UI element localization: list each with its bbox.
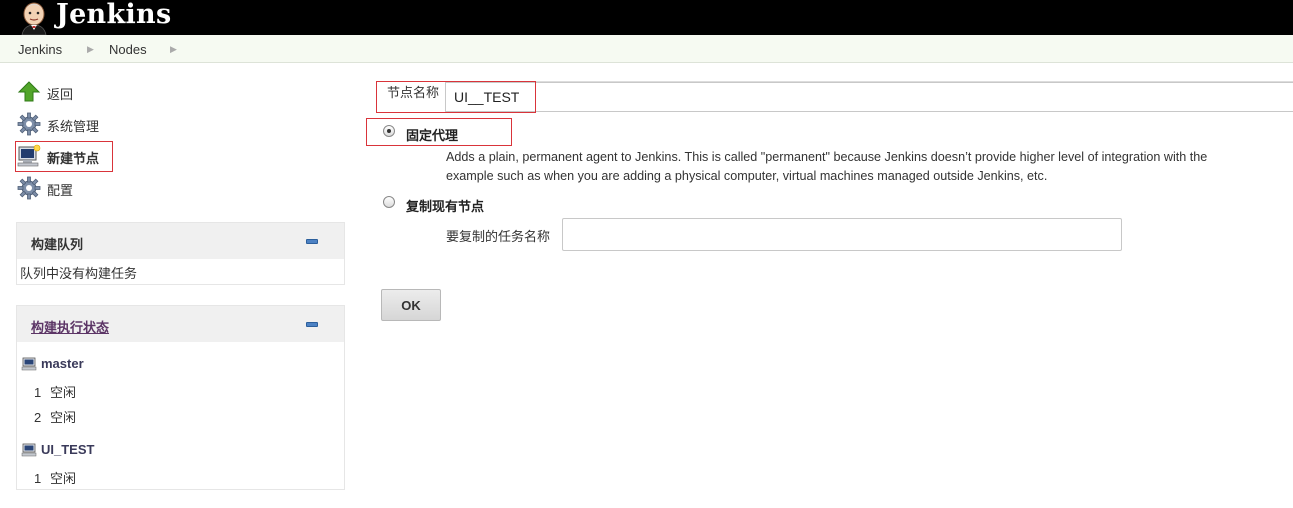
breadcrumb: Jenkins ▶ Nodes ▶ (0, 35, 1293, 63)
executor-state: 空闲 (50, 385, 77, 400)
copy-existing-node-label[interactable]: 复制现有节点 (406, 196, 484, 215)
executor-row: 1 空闲 (34, 382, 76, 401)
permanent-agent-description: Adds a plain, permanent agent to Jenkins… (446, 150, 1208, 164)
computer-icon (21, 357, 37, 371)
breadcrumb-separator-icon[interactable]: ▶ (170, 44, 177, 55)
build-queue-pane: 构建队列 队列中没有构建任务 (16, 222, 345, 285)
breadcrumb-jenkins[interactable]: Jenkins (18, 42, 62, 57)
ok-button[interactable]: OK (381, 289, 441, 321)
copy-from-label: 要复制的任务名称 (446, 229, 551, 244)
app-title[interactable]: Jenkins (56, 0, 171, 30)
permanent-agent-description-cont: example such as when you are adding a ph… (446, 169, 1048, 183)
gear-icon (17, 176, 41, 200)
executor-row: 2 空闲 (34, 407, 76, 426)
copy-existing-node-radio[interactable] (383, 196, 395, 208)
executor-status-pane: 构建执行状态 master 1 空闲 2 空闲 UI_TEST 1 空闲 (16, 305, 345, 490)
computer-icon (21, 443, 37, 457)
highlight-box-node-name (376, 81, 536, 113)
up-arrow-icon (17, 81, 41, 102)
jenkins-butler-icon[interactable] (16, 0, 52, 35)
top-header: Jenkins (0, 0, 1293, 35)
computer-ui-test[interactable]: UI_TEST (41, 442, 94, 457)
highlight-box-new-node (15, 141, 113, 172)
executor-number: 1 (34, 471, 42, 486)
task-back-label[interactable]: 返回 (47, 84, 73, 103)
executor-row: 1 空闲 (34, 468, 76, 487)
collapse-icon[interactable] (306, 239, 318, 244)
executor-status-title[interactable]: 构建执行状态 (31, 317, 109, 336)
build-queue-empty-text: 队列中没有构建任务 (20, 266, 138, 281)
gear-icon (17, 112, 41, 136)
executor-number: 2 (34, 410, 42, 425)
executor-status-header: 构建执行状态 (17, 306, 344, 342)
computer-master[interactable]: master (41, 356, 84, 371)
task-manage-label[interactable]: 系统管理 (47, 116, 99, 135)
executor-state: 空闲 (50, 471, 77, 486)
collapse-icon[interactable] (306, 322, 318, 327)
executor-number: 1 (34, 385, 42, 400)
highlight-box-permanent-agent (366, 118, 512, 146)
breadcrumb-separator-icon[interactable]: ▶ (87, 44, 94, 55)
build-queue-header: 构建队列 (17, 223, 344, 259)
breadcrumb-nodes[interactable]: Nodes (109, 42, 147, 57)
node-name-input[interactable] (445, 82, 1293, 112)
copy-from-input[interactable] (562, 218, 1122, 251)
executor-state: 空闲 (50, 410, 77, 425)
build-queue-title: 构建队列 (31, 237, 84, 252)
task-configure-label[interactable]: 配置 (47, 180, 73, 199)
